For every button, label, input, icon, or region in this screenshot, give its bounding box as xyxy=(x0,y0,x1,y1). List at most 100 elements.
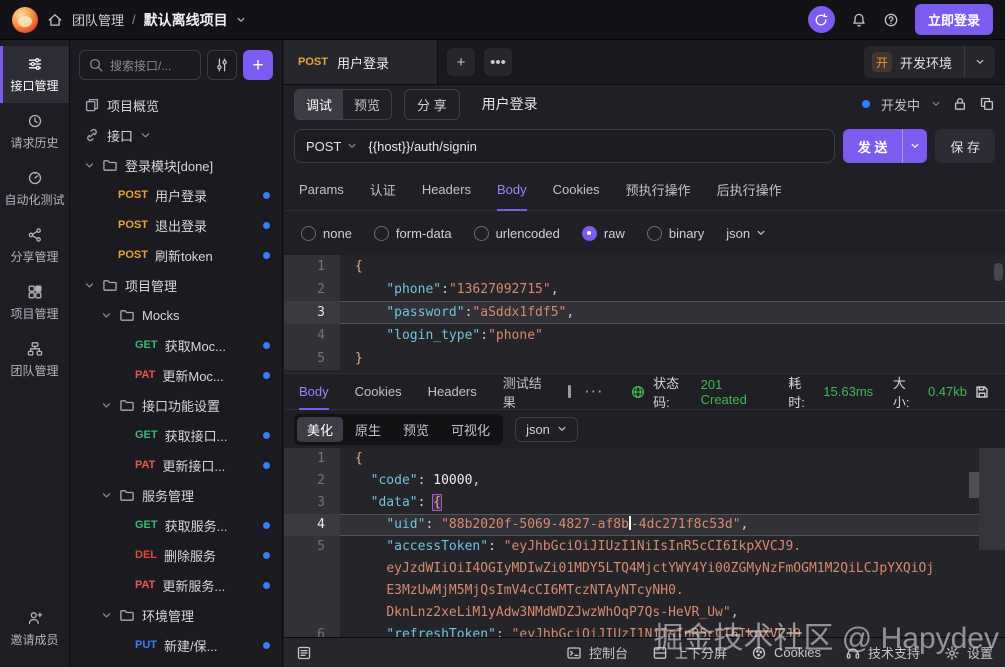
more-icon[interactable]: ··· xyxy=(585,384,604,399)
format-tab[interactable]: 可视化 xyxy=(441,417,500,442)
request-tab[interactable]: Params xyxy=(299,169,344,210)
chevron-down-icon[interactable] xyxy=(236,15,246,25)
save-button[interactable]: 保 存 xyxy=(935,129,995,163)
notifications-bell-icon[interactable] xyxy=(851,12,867,28)
minimap[interactable] xyxy=(979,448,1005,550)
request-tab[interactable]: 后执行操作 xyxy=(717,169,782,210)
request-tab[interactable]: Cookies xyxy=(553,169,600,210)
tree-item-overview[interactable]: 项目概览 xyxy=(70,90,282,120)
code-line[interactable]: 5} xyxy=(284,347,1005,370)
help-icon[interactable] xyxy=(883,12,899,28)
request-tab[interactable]: 预执行操作 xyxy=(626,169,691,210)
response-type-select[interactable]: json xyxy=(515,417,578,442)
code-line[interactable]: E3MzUwMjM5MjQsImV4cCI6MTczNTAyNTcyNH0. xyxy=(284,580,1005,602)
request-body-editor[interactable]: 1{2 "phone":"13627092715",3 "password":"… xyxy=(284,255,1005,373)
copy-icon[interactable] xyxy=(979,96,995,112)
send-button[interactable]: 发 送 xyxy=(843,129,928,163)
view-mode-tab[interactable]: 预览 xyxy=(343,90,391,119)
response-tab[interactable]: Headers xyxy=(428,374,477,409)
request-tab[interactable]: Headers xyxy=(422,169,471,210)
code-line[interactable]: 2 "code": 10000, xyxy=(284,470,1005,492)
tree-item-request[interactable]: DEL删除服务 xyxy=(70,540,282,570)
code-line[interactable]: 2 "phone":"13627092715", xyxy=(284,278,1005,301)
code-line[interactable]: 1{ xyxy=(284,255,1005,278)
sidebar-item-history[interactable]: 请求历史 xyxy=(0,103,69,160)
share-button[interactable]: 分 享 xyxy=(404,89,460,120)
add-button[interactable]: + xyxy=(243,50,273,80)
view-mode-tab[interactable]: 调试 xyxy=(295,90,343,119)
format-tab[interactable]: 预览 xyxy=(393,417,439,442)
code-line[interactable]: DknLnz2xeLiM1yAdw3NMdWDZJwzWhOqP7Qs-HeVR… xyxy=(284,602,1005,624)
environment-select[interactable]: 开 开发环境 xyxy=(864,46,995,78)
tree-item-request[interactable]: POST退出登录 xyxy=(70,210,282,240)
invite-member-button[interactable]: 邀请成员 xyxy=(0,600,69,657)
response-tab[interactable]: Cookies xyxy=(355,374,402,409)
tree-item-request[interactable]: PAT更新Moc... xyxy=(70,360,282,390)
body-type-radio-form-data[interactable]: form-data xyxy=(374,226,452,241)
tree-item-request[interactable]: POST刷新token xyxy=(70,240,282,270)
body-type-radio-urlencoded[interactable]: urlencoded xyxy=(474,226,560,241)
sidebar-item-gauge[interactable]: 自动化测试 xyxy=(0,160,69,217)
code-line[interactable]: 5 "accessToken": "eyJhbGciOiJIUzI1NiIsIn… xyxy=(284,536,1005,558)
tree-item-folder[interactable]: 登录模块[done] xyxy=(70,150,282,180)
tree-item-request[interactable]: PAT更新服务... xyxy=(70,570,282,600)
scrollbar-thumb[interactable] xyxy=(994,263,1003,281)
tree-item-request[interactable]: GET获取Moc... xyxy=(70,330,282,360)
request-tab[interactable]: 认证 xyxy=(370,169,396,210)
tree-item-request[interactable]: POST用户登录 xyxy=(70,180,282,210)
tree-item-folder[interactable]: 环境管理 xyxy=(70,600,282,630)
sync-button[interactable] xyxy=(808,6,835,33)
statusbar-headset-button[interactable]: 技术支持 xyxy=(845,643,920,662)
tree-item-folder[interactable]: Mocks xyxy=(70,300,282,330)
tree-item-request[interactable]: GET获取服务... xyxy=(70,510,282,540)
filter-button[interactable] xyxy=(207,50,237,80)
lock-icon[interactable] xyxy=(952,96,968,112)
home-icon[interactable] xyxy=(47,12,63,28)
raw-type-select[interactable]: json xyxy=(726,226,766,241)
tree-item-folder[interactable]: 接口功能设置 xyxy=(70,390,282,420)
send-options-icon[interactable] xyxy=(902,129,927,163)
response-tab[interactable]: Body xyxy=(299,374,329,409)
document-tab[interactable]: POST 用户登录 xyxy=(284,40,438,84)
tree-item-folder[interactable]: 项目管理 xyxy=(70,270,282,300)
cursor-bar-icon[interactable] xyxy=(568,385,571,398)
method-select[interactable]: POST xyxy=(295,139,368,154)
statusbar-terminal-button[interactable]: 控制台 xyxy=(566,643,628,662)
sidebar-item-sliders[interactable]: 接口管理 xyxy=(0,46,69,103)
tree-item-request[interactable]: GET获取接口... xyxy=(70,420,282,450)
tree-item-request[interactable]: PAT更新接口... xyxy=(70,450,282,480)
search-input[interactable]: 搜索接口/... xyxy=(79,50,201,80)
response-tab[interactable]: 测试结果 xyxy=(503,374,548,409)
app-logo[interactable] xyxy=(12,7,38,33)
tree-item-folder[interactable]: 服务管理 xyxy=(70,480,282,510)
code-line[interactable]: eyJzdWIiOiI4OGIyMDIwZi01MDY5LTQ4MjctYWY4… xyxy=(284,558,1005,580)
format-tab[interactable]: 原生 xyxy=(345,417,391,442)
breadcrumb-project[interactable]: 默认离线项目 xyxy=(144,10,228,30)
sidebar-item-grid[interactable]: 项目管理 xyxy=(0,274,69,331)
save-response-icon[interactable] xyxy=(974,384,990,400)
breadcrumb-team[interactable]: 团队管理 xyxy=(72,10,124,29)
code-line[interactable]: 1{ xyxy=(284,448,1005,470)
tree-item-request[interactable]: PUT新建/保... xyxy=(70,630,282,660)
body-type-radio-binary[interactable]: binary xyxy=(647,226,704,241)
scrollbar-thumb[interactable] xyxy=(969,472,979,498)
body-type-radio-none[interactable]: none xyxy=(301,226,352,241)
log-icon[interactable] xyxy=(296,645,312,661)
statusbar-split-button[interactable]: 上下分屏 xyxy=(652,643,727,662)
sidebar-item-team[interactable]: 团队管理 xyxy=(0,331,69,388)
statusbar-gear-button[interactable]: 设置 xyxy=(944,643,993,662)
chevron-down-icon[interactable] xyxy=(931,99,941,109)
code-line[interactable]: 4 "login_type":"phone" xyxy=(284,324,1005,347)
code-line[interactable]: 6 "refreshToken": "eyJhbGciOiJIUzI1NiIsI… xyxy=(284,624,1005,637)
code-line[interactable]: 4 "uid": "88b2020f-5069-4827-af8b-4dc271… xyxy=(284,514,1005,536)
more-tabs-button[interactable]: ••• xyxy=(484,48,512,76)
format-tab[interactable]: 美化 xyxy=(297,417,343,442)
dev-status-label[interactable]: 开发中 xyxy=(881,95,920,114)
code-line[interactable]: 3 "data": { xyxy=(284,492,1005,514)
tree-item-root[interactable]: 接口 xyxy=(70,120,282,150)
url-input[interactable]: {{host}}/auth/signin xyxy=(368,139,833,154)
body-type-radio-raw[interactable]: raw xyxy=(582,226,625,241)
code-line[interactable]: 3 "password":"aSddx1fdf5", xyxy=(284,301,1005,324)
sidebar-item-share[interactable]: 分享管理 xyxy=(0,217,69,274)
statusbar-cookie-button[interactable]: Cookies xyxy=(751,645,821,661)
